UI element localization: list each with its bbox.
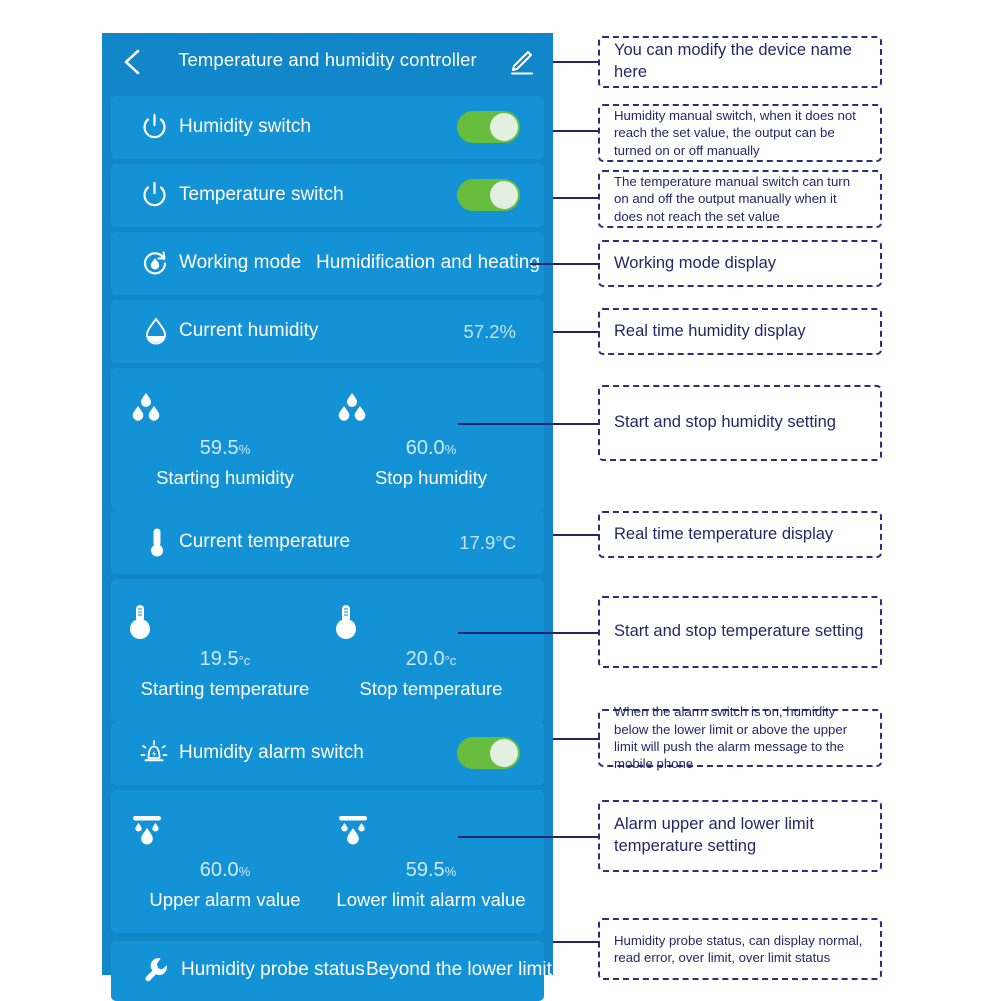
- annotation-temperature-switch: The temperature manual switch can turn o…: [598, 170, 882, 228]
- dripping-droplets-icon: [125, 814, 325, 854]
- connector-line: [553, 331, 600, 333]
- row-label: Humidity alarm switch: [179, 742, 364, 763]
- row-label: Working mode: [179, 252, 302, 273]
- page-title: Temperature and humidity controller: [178, 49, 477, 70]
- annotation-alarm-switch: When the alarm switch is on, humidity be…: [598, 704, 882, 771]
- starting-temperature-caption: Starting temperature: [140, 678, 310, 699]
- annotation-temperature-setting: Start and stop temperature setting: [598, 596, 882, 668]
- toggle-knob: [490, 113, 518, 141]
- humidity-alarm-switch-toggle[interactable]: [457, 737, 520, 769]
- dripping-droplets-icon: [331, 814, 531, 854]
- connector-line: [553, 738, 600, 740]
- connector-line: [458, 423, 600, 425]
- row-label: Current temperature: [179, 531, 351, 552]
- alarm-beacon-icon: [139, 739, 169, 768]
- stop-humidity-value: 60.0%: [405, 437, 457, 459]
- annotation-humidity-setting: Start and stop humidity setting: [598, 385, 882, 461]
- app-header: Temperature and humidity controller: [102, 33, 553, 93]
- annotation-working-mode: Working mode display: [598, 240, 882, 287]
- humidity-switch-toggle[interactable]: [457, 111, 520, 143]
- connector-line: [530, 263, 600, 265]
- connector-line: [553, 61, 600, 63]
- row-current-humidity: Current humidity 57.2%: [111, 300, 544, 363]
- toggle-knob: [490, 181, 518, 209]
- starting-humidity-value: 59.5%: [199, 437, 251, 459]
- wrench-icon: [143, 957, 169, 984]
- connector-line: [553, 941, 600, 943]
- connector-line: [553, 130, 600, 132]
- mode-refresh-droplet-icon: [142, 250, 168, 276]
- connector-line: [553, 197, 600, 199]
- pencil-edit-icon[interactable]: [505, 47, 535, 77]
- annotation-device-name: You can modify the device name here: [598, 36, 882, 88]
- stop-temperature-value: 20.0°c: [405, 648, 457, 670]
- row-label: Current humidity: [179, 320, 319, 341]
- stop-humidity-cell[interactable]: 60.0% Stop humidity: [331, 392, 531, 489]
- current-temperature-value: 17.9°C: [459, 532, 516, 553]
- row-label: Humidity switch: [179, 116, 311, 137]
- working-mode-value: Humidification and heating: [316, 252, 540, 273]
- current-humidity-value: 57.2%: [463, 321, 516, 342]
- thermometer-bulb-icon: [331, 603, 531, 643]
- power-icon: [141, 181, 168, 209]
- connector-line: [458, 632, 600, 634]
- device-control-panel: Temperature and humidity controller Humi…: [102, 33, 553, 1001]
- annotation-humidity-switch: Humidity manual switch, when it does not…: [598, 104, 882, 162]
- alarm-setting-block: 60.0% Upper alarm value 59.5% Lower limi…: [111, 790, 544, 933]
- stop-temperature-caption: Stop temperature: [359, 678, 503, 699]
- row-current-temperature: Current temperature 17.9°C: [111, 511, 544, 574]
- row-humidity-switch[interactable]: Humidity switch: [111, 96, 544, 159]
- row-working-mode[interactable]: Working mode Humidification and heating: [111, 232, 544, 295]
- upper-alarm-cell[interactable]: 60.0% Upper alarm value: [125, 814, 325, 911]
- lower-alarm-value: 59.5%: [405, 859, 457, 881]
- thermometer-icon: [149, 527, 165, 558]
- upper-alarm-value: 60.0%: [199, 859, 251, 881]
- row-label: Humidity probe status: [181, 959, 365, 980]
- starting-temperature-cell[interactable]: 19.5°c Starting temperature: [125, 603, 325, 700]
- droplets-icon: [331, 392, 531, 432]
- starting-temperature-value: 19.5°c: [199, 648, 251, 670]
- row-temperature-switch[interactable]: Temperature switch: [111, 164, 544, 227]
- row-label: Temperature switch: [179, 184, 344, 205]
- starting-humidity-cell[interactable]: 59.5% Starting humidity: [125, 392, 325, 489]
- annotation-probe-status: Humidity probe status, can display norma…: [598, 918, 882, 980]
- humidity-setting-block: 59.5% Starting humidity 60.0% Stop humid…: [111, 368, 544, 511]
- starting-humidity-caption: Starting humidity: [156, 467, 294, 488]
- toggle-knob: [490, 739, 518, 767]
- lower-alarm-caption: Lower limit alarm value: [336, 889, 526, 910]
- row-humidity-alarm-switch[interactable]: Humidity alarm switch: [111, 722, 544, 785]
- connector-line: [553, 534, 600, 536]
- lower-alarm-cell[interactable]: 59.5% Lower limit alarm value: [331, 814, 531, 911]
- connector-line: [458, 836, 600, 838]
- thermometer-bulb-icon: [125, 603, 325, 643]
- droplet-icon: [144, 317, 168, 346]
- annotation-real-time-humidity: Real time humidity display: [598, 308, 882, 355]
- temperature-setting-block: 19.5°c Starting temperature 20.0°c Stop …: [111, 579, 544, 722]
- probe-status-value: Beyond the lower limit: [366, 959, 552, 980]
- stop-humidity-caption: Stop humidity: [374, 467, 488, 488]
- power-icon: [141, 113, 168, 141]
- row-humidity-probe-status: Humidity probe status Beyond the lower l…: [111, 941, 552, 1001]
- temperature-switch-toggle[interactable]: [457, 179, 520, 211]
- annotation-alarm-limit-setting: Alarm upper and lower limit temperature …: [598, 800, 882, 872]
- droplets-icon: [125, 392, 325, 432]
- annotation-real-time-temperature: Real time temperature display: [598, 511, 882, 558]
- upper-alarm-caption: Upper alarm value: [149, 889, 301, 910]
- stop-temperature-cell[interactable]: 20.0°c Stop temperature: [331, 603, 531, 700]
